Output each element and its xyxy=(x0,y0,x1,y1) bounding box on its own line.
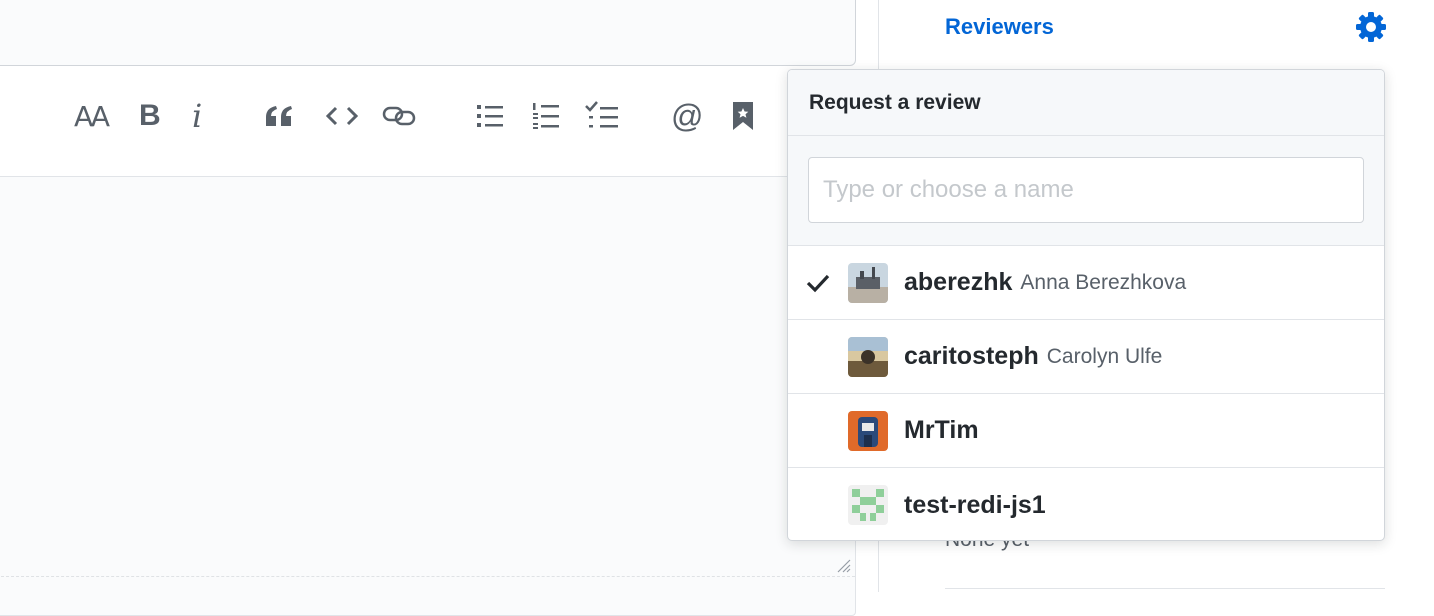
check-cell xyxy=(788,273,848,293)
popover-title: Request a review xyxy=(788,70,1384,136)
quote-icon[interactable] xyxy=(264,96,294,136)
check-icon xyxy=(806,274,830,292)
reviewer-fullname: Anna Berezhkova xyxy=(1020,270,1187,294)
popover-filter-area xyxy=(788,136,1384,246)
resize-handle-icon[interactable] xyxy=(835,557,851,573)
reviewer-option[interactable]: MrTim xyxy=(788,394,1384,468)
sidebar-separator xyxy=(945,588,1385,589)
comment-textarea[interactable] xyxy=(0,176,856,616)
reviewer-login: caritosteph xyxy=(904,342,1039,370)
reviewer-fullname: Carolyn Ulfe xyxy=(1046,344,1163,368)
avatar xyxy=(848,485,888,525)
reviewer-option[interactable]: caritosteph Carolyn Ulfe xyxy=(788,320,1384,394)
avatar xyxy=(848,262,888,303)
reviewers-heading[interactable]: Reviewers xyxy=(945,14,1054,40)
avatar xyxy=(848,410,888,451)
mention-button[interactable]: @ xyxy=(671,96,703,136)
reviewer-login: test-redi-js1 xyxy=(904,490,1046,519)
reviewer-login: aberezhk xyxy=(904,268,1013,296)
request-review-popover: Request a review aberezhk Anna Berezhkov… xyxy=(787,69,1385,541)
gear-icon[interactable] xyxy=(1354,10,1388,44)
bold-button[interactable]: B xyxy=(139,96,161,136)
saved-reply-icon[interactable] xyxy=(732,96,754,136)
italic-button[interactable]: i xyxy=(192,96,202,136)
reviewer-option[interactable]: test-redi-js1 xyxy=(788,468,1384,540)
reviewer-search-input[interactable] xyxy=(808,157,1364,223)
header-text-button[interactable]: AA xyxy=(74,96,110,136)
markdown-toolbar: AA B i @ xyxy=(0,70,866,160)
avatar xyxy=(848,336,888,377)
code-icon[interactable] xyxy=(326,96,358,136)
popover-title-text: Request a review xyxy=(809,90,981,114)
textarea-divider xyxy=(0,576,855,577)
link-icon[interactable] xyxy=(382,96,416,136)
task-list-icon[interactable] xyxy=(585,96,619,136)
reviewer-login: MrTim xyxy=(904,416,979,444)
title-input[interactable] xyxy=(0,0,856,66)
ordered-list-icon[interactable] xyxy=(532,96,560,136)
reviewer-option[interactable]: aberezhk Anna Berezhkova xyxy=(788,246,1384,320)
unordered-list-icon[interactable] xyxy=(476,96,504,136)
